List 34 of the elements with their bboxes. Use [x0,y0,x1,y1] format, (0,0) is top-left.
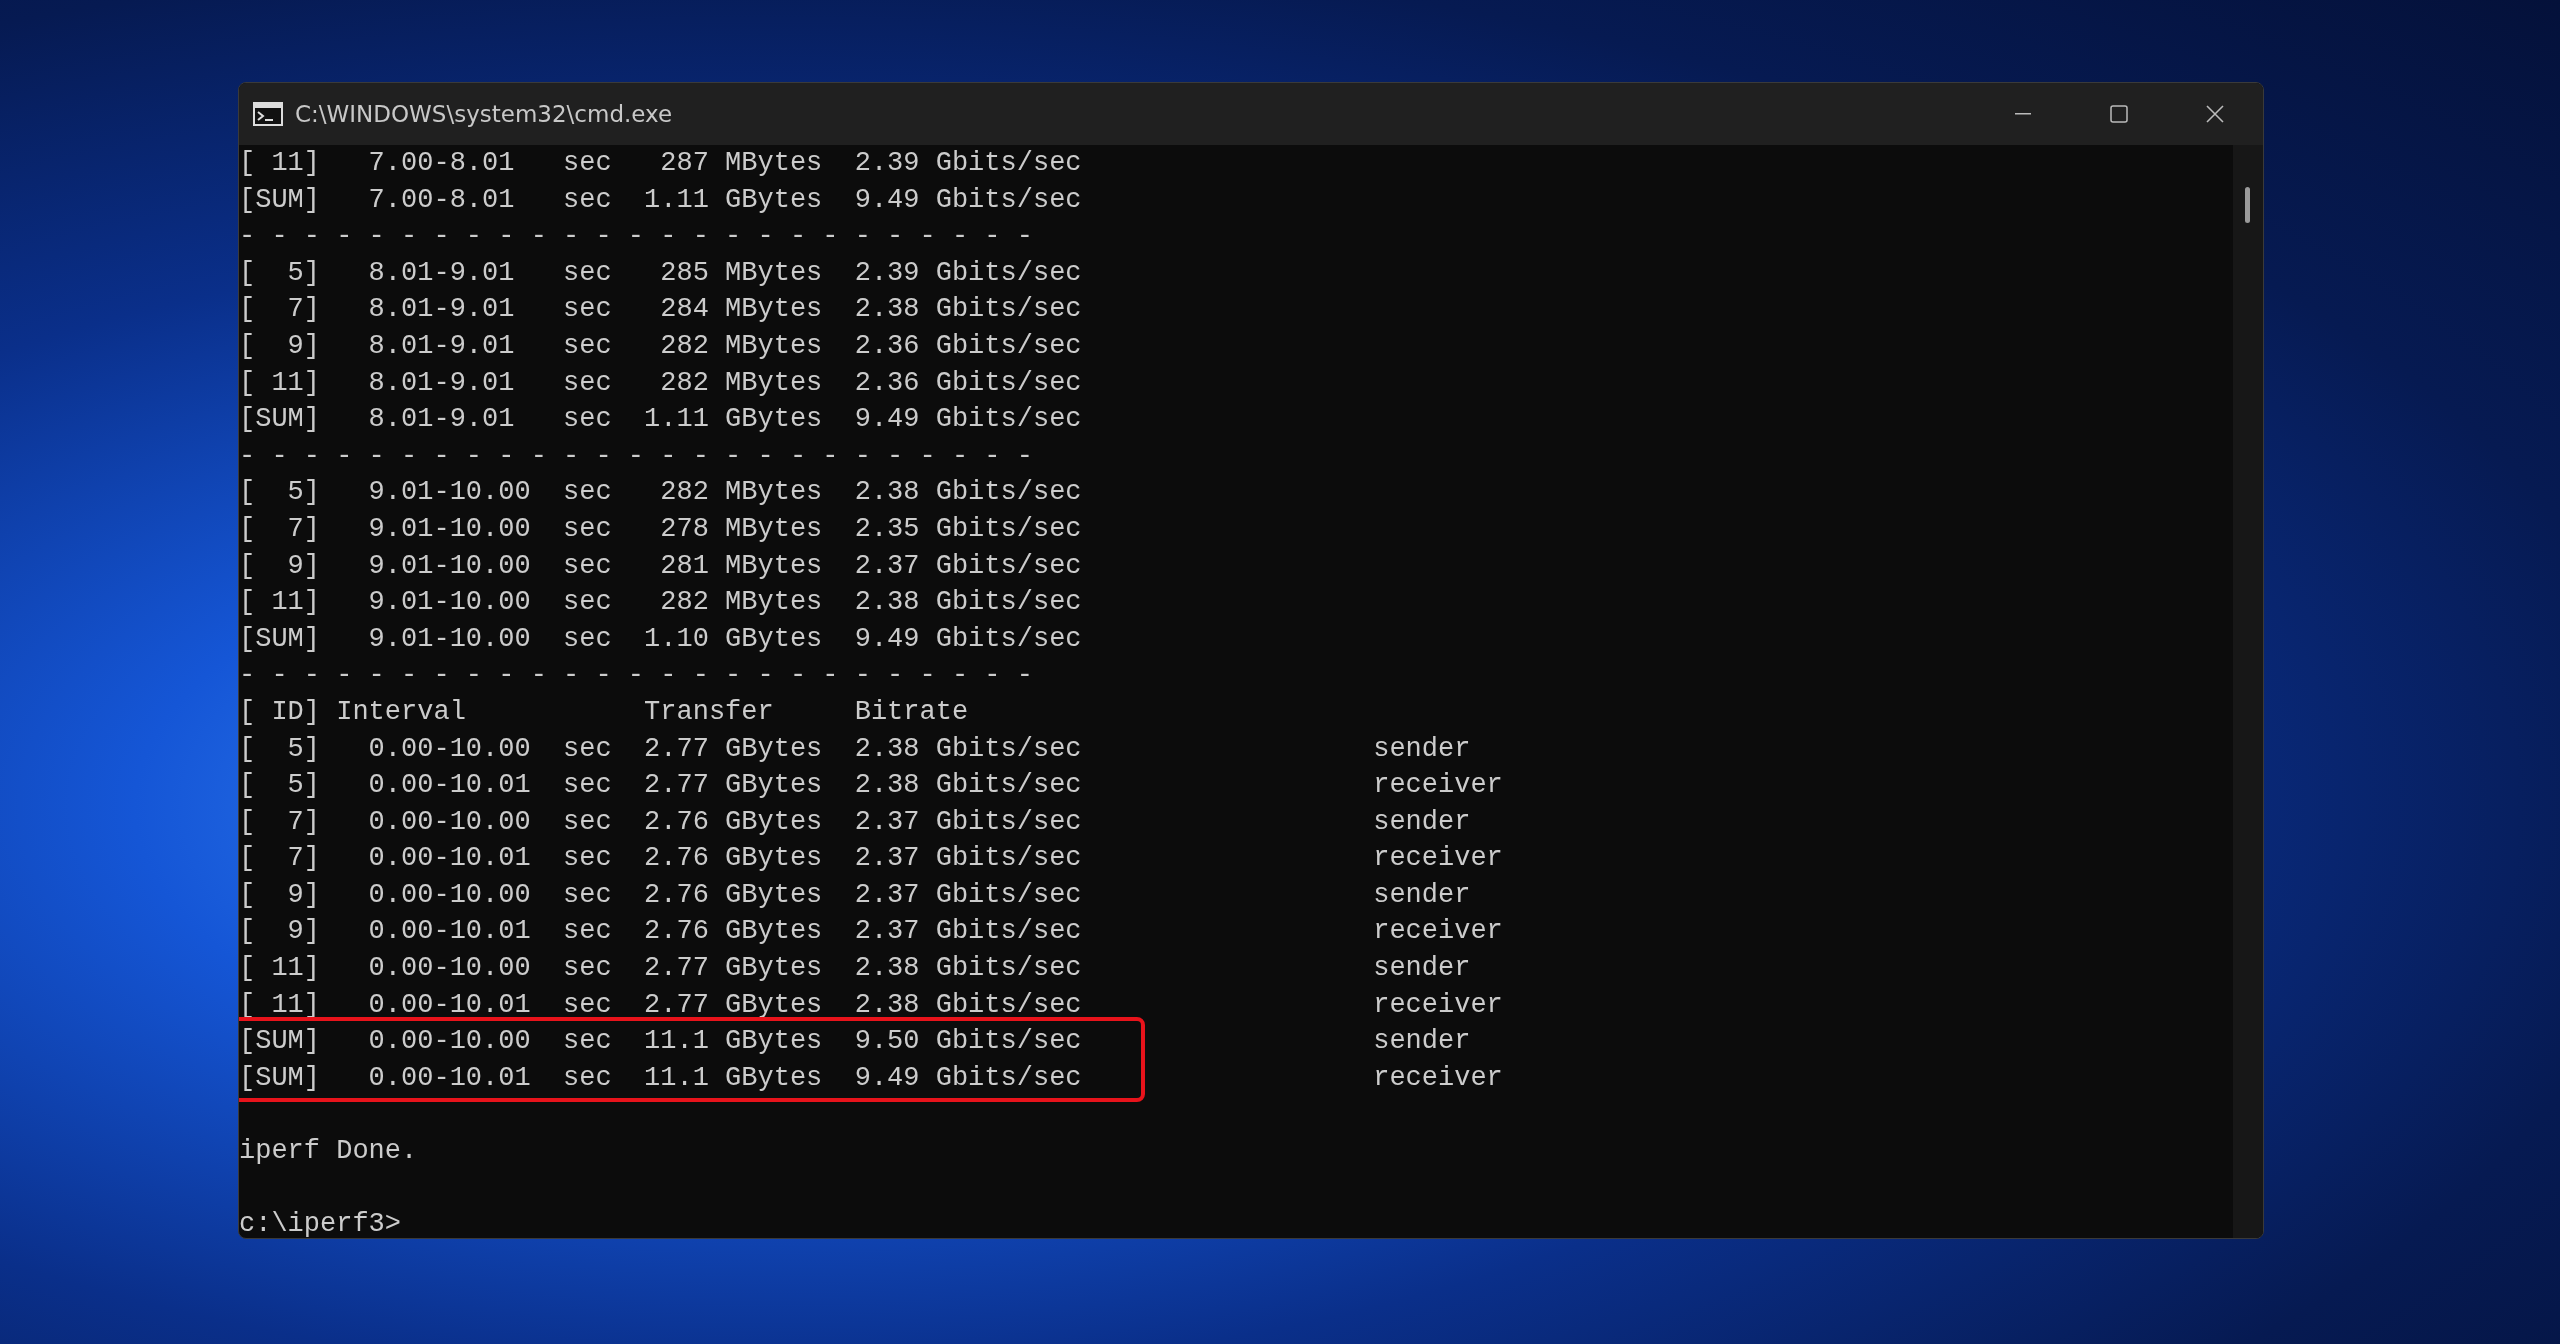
console-line: - - - - - - - - - - - - - - - - - - - - - - - - - [239,659,1034,693]
scrollbar[interactable] [2233,145,2263,1238]
console-line: [ 9] 0.00-10.01 sec 2.76 GBytes 2.37 Gbits/sec receiver [239,915,1504,949]
console-line: [SUM] 9.01-10.00 sec 1.10 GBytes 9.49 Gbits/sec [239,622,1083,656]
console-line: [ 7] 8.01-9.01 sec 284 MBytes 2.38 Gbits/sec [239,293,1083,327]
console-line: [ 11] 9.01-10.00 sec 282 MBytes 2.38 Gbits/sec [239,586,1083,620]
console-line: [ 7] 0.00-10.01 sec 2.76 GBytes 2.37 Gbits/sec receiver [239,842,1504,876]
console-line: [ 11] 7.00-8.01 sec 287 MBytes 2.39 Gbits/sec [239,147,1083,180]
console-line: [ 11] 0.00-10.00 sec 2.77 GBytes 2.38 Gbits/sec sender [239,952,1472,986]
console-line: [ 9] 9.01-10.00 sec 281 MBytes 2.37 Gbits/sec [239,549,1083,583]
console-app-icon [253,102,283,126]
console-line: [SUM] 0.00-10.01 sec 11.1 GBytes 9.49 Gbits/sec receiver [239,1061,1504,1095]
console-line: [ 5] 0.00-10.00 sec 2.77 GBytes 2.38 Gbits/sec sender [239,732,1472,766]
minimize-icon [2015,113,2031,115]
console-line: iperf Done. [239,1135,419,1169]
scrollbar-thumb[interactable] [2245,187,2250,223]
console-line: c:\iperf3> [239,1208,403,1238]
console-line: [ 5] 8.01-9.01 sec 285 MBytes 2.39 Gbits/sec [239,256,1083,290]
console-line: [ 7] 9.01-10.00 sec 278 MBytes 2.35 Gbits/sec [239,512,1083,546]
console-line: [ 7] 0.00-10.00 sec 2.76 GBytes 2.37 Gbits/sec sender [239,805,1472,839]
console-line: [SUM] 8.01-9.01 sec 1.11 GBytes 9.49 Gbits/sec [239,403,1083,437]
close-icon [2206,105,2224,123]
console-line: [ ID] Interval Transfer Bitrate [239,695,970,729]
console-line: [SUM] 0.00-10.00 sec 11.1 GBytes 9.50 Gbits/sec sender [239,1025,1472,1059]
console-line: [ 9] 0.00-10.00 sec 2.76 GBytes 2.37 Gbits/sec sender [239,878,1472,912]
console-line: [ 11] 8.01-9.01 sec 282 MBytes 2.36 Gbits/sec [239,366,1083,400]
console-line: [ 9] 8.01-9.01 sec 282 MBytes 2.36 Gbits/sec [239,329,1083,363]
maximize-icon [2110,105,2128,123]
console-line: - - - - - - - - - - - - - - - - - - - - - - - - - [239,220,1034,254]
console-line: [SUM] 7.00-8.01 sec 1.11 GBytes 9.49 Gbits/sec [239,183,1083,217]
console-line: - - - - - - - - - - - - - - - - - - - - - - - - - [239,439,1034,473]
console-line: [ 5] 9.01-10.00 sec 282 MBytes 2.38 Gbits/sec [239,476,1083,510]
window-title: C:\WINDOWS\system32\cmd.exe [295,101,674,127]
console-line: [ 5] 0.00-10.01 sec 2.77 GBytes 2.38 Gbits/sec receiver [239,769,1504,803]
